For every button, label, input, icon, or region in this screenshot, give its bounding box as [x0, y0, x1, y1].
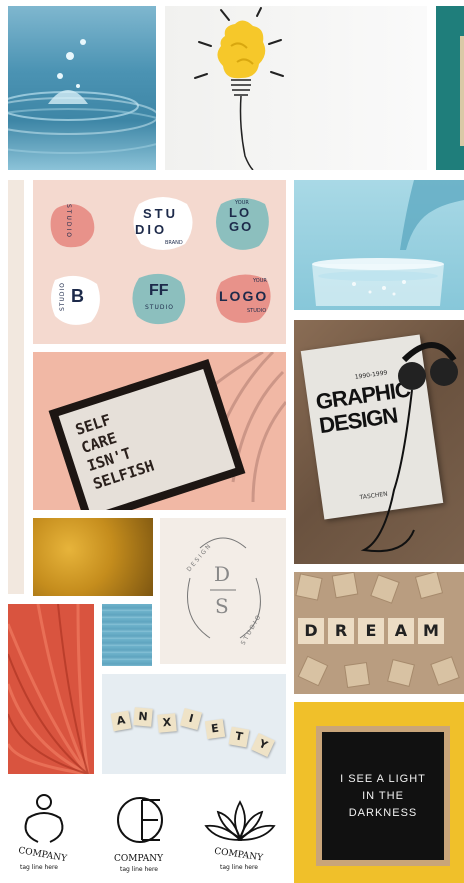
studio-top-text: STU: [143, 206, 178, 221]
ds-arcs: [187, 537, 261, 639]
anxiety-tile-i: I: [179, 707, 203, 731]
anxiety-tile-a: A: [110, 710, 132, 732]
scrabble-dream-photo: D R E A M: [294, 572, 464, 694]
company-logo-2: COMPANY tag line here: [106, 788, 186, 883]
ds-letter-s: S: [215, 594, 229, 618]
logo-pink-blob: STUDIO: [47, 200, 99, 250]
blue-water-small: [102, 604, 152, 666]
dark-line-1: I SEE A LIGHT: [340, 772, 426, 785]
logo-collection-panel: STUDIO STU DIO BRAND YOUR LO GO STUDIO B…: [33, 180, 286, 344]
water-splash-photo: [8, 6, 156, 170]
company-tagline-1: tag line here: [20, 864, 59, 871]
logo1-text: STUDIO: [65, 204, 72, 239]
dark-line-3: DARKNESS: [348, 806, 418, 819]
company-logo-3-lotus: [204, 800, 276, 841]
logo-bottom-small-text: YOUR: [253, 278, 267, 284]
graphic-design-book-photo: 1990-1999 GRAPHIC DESIGN TASCHEN: [294, 320, 464, 564]
company-tagline-3: tag line here: [220, 864, 259, 871]
ds-design-studio-logo: DESIGN D S STUDIO: [160, 518, 286, 664]
palm-folds: [8, 604, 90, 774]
company-name-2: COMPANY: [114, 854, 164, 864]
gold-texture: [33, 518, 153, 596]
b-side-text: STUDIO: [59, 282, 66, 311]
dream-tile-e: E: [358, 618, 384, 644]
dark-line-2: IN THE: [362, 789, 404, 802]
dream-tile-d: D: [298, 618, 324, 644]
lightbulb-illustration: [194, 7, 284, 170]
light-in-darkness-photo: I SEE A LIGHT IN THE DARKNESS: [294, 702, 464, 883]
dream-tiles-row: D R E A M: [298, 618, 444, 644]
beige-strip: [8, 180, 24, 594]
anxiety-tile-e: E: [204, 718, 226, 740]
logo-pink-logo: YOUR LOGO STUDIO: [213, 270, 279, 328]
logo-bottom-studio-text: STUDIO: [247, 308, 267, 314]
pouring-water-photo: [294, 180, 464, 310]
anxiety-tile-x: X: [157, 713, 177, 733]
black-board-inner: I SEE A LIGHT IN THE DARKNESS: [322, 732, 444, 860]
company-name-1: COMPANY: [17, 845, 68, 865]
anxiety-tile-n: N: [133, 707, 153, 727]
company-name-3: COMPANY: [213, 846, 264, 864]
ff-letters: FF: [149, 282, 169, 299]
anxiety-tile-y: Y: [251, 733, 275, 757]
headphones: [360, 342, 458, 552]
red-palm-leaf-photo: [8, 604, 94, 774]
b-letter: B: [71, 286, 84, 306]
logo-big-text: LO GO: [229, 205, 254, 234]
logo-b-white: STUDIO B: [47, 272, 103, 328]
studio-bottom-text: DIO: [135, 222, 168, 237]
company-logos-panel: COMPANY tag line here COMPANY tag line h…: [0, 780, 290, 883]
teal-frame-photo: [436, 6, 464, 170]
logo-ff-teal: FF STUDIO: [129, 270, 189, 328]
logo-studio-white: STU DIO BRAND: [129, 194, 197, 254]
company-logo-3: COMPANY tag line here: [202, 788, 282, 883]
black-board-frame: I SEE A LIGHT IN THE DARKNESS: [316, 726, 450, 866]
company-logo-1-mark: [24, 794, 64, 843]
anxiety-tile-t: T: [228, 726, 250, 748]
ds-letter-d: D: [214, 562, 231, 586]
company-logo-2-mark: [117, 797, 163, 843]
logo-bottom-text: LOGO: [219, 288, 269, 304]
water-glass: [312, 180, 464, 306]
dream-tile-m: M: [418, 618, 444, 644]
self-care-letterboard-photo: SELF CARE ISN'T SELFISH: [33, 352, 286, 510]
ff-studio-text: STUDIO: [145, 304, 174, 311]
company-logo-1: COMPANY tag line here: [10, 788, 80, 883]
logo-your-logo-teal: YOUR LO GO: [213, 194, 273, 254]
dream-tile-a: A: [388, 618, 414, 644]
dream-tile-r: R: [328, 618, 354, 644]
lightbulb-photo: [165, 6, 427, 170]
water-ripples: [8, 39, 156, 154]
studio-brand-small: BRAND: [165, 240, 183, 246]
company-tagline-2: tag line here: [120, 866, 159, 873]
anxiety-scrabble-photo: A N X I E T Y: [102, 674, 286, 774]
